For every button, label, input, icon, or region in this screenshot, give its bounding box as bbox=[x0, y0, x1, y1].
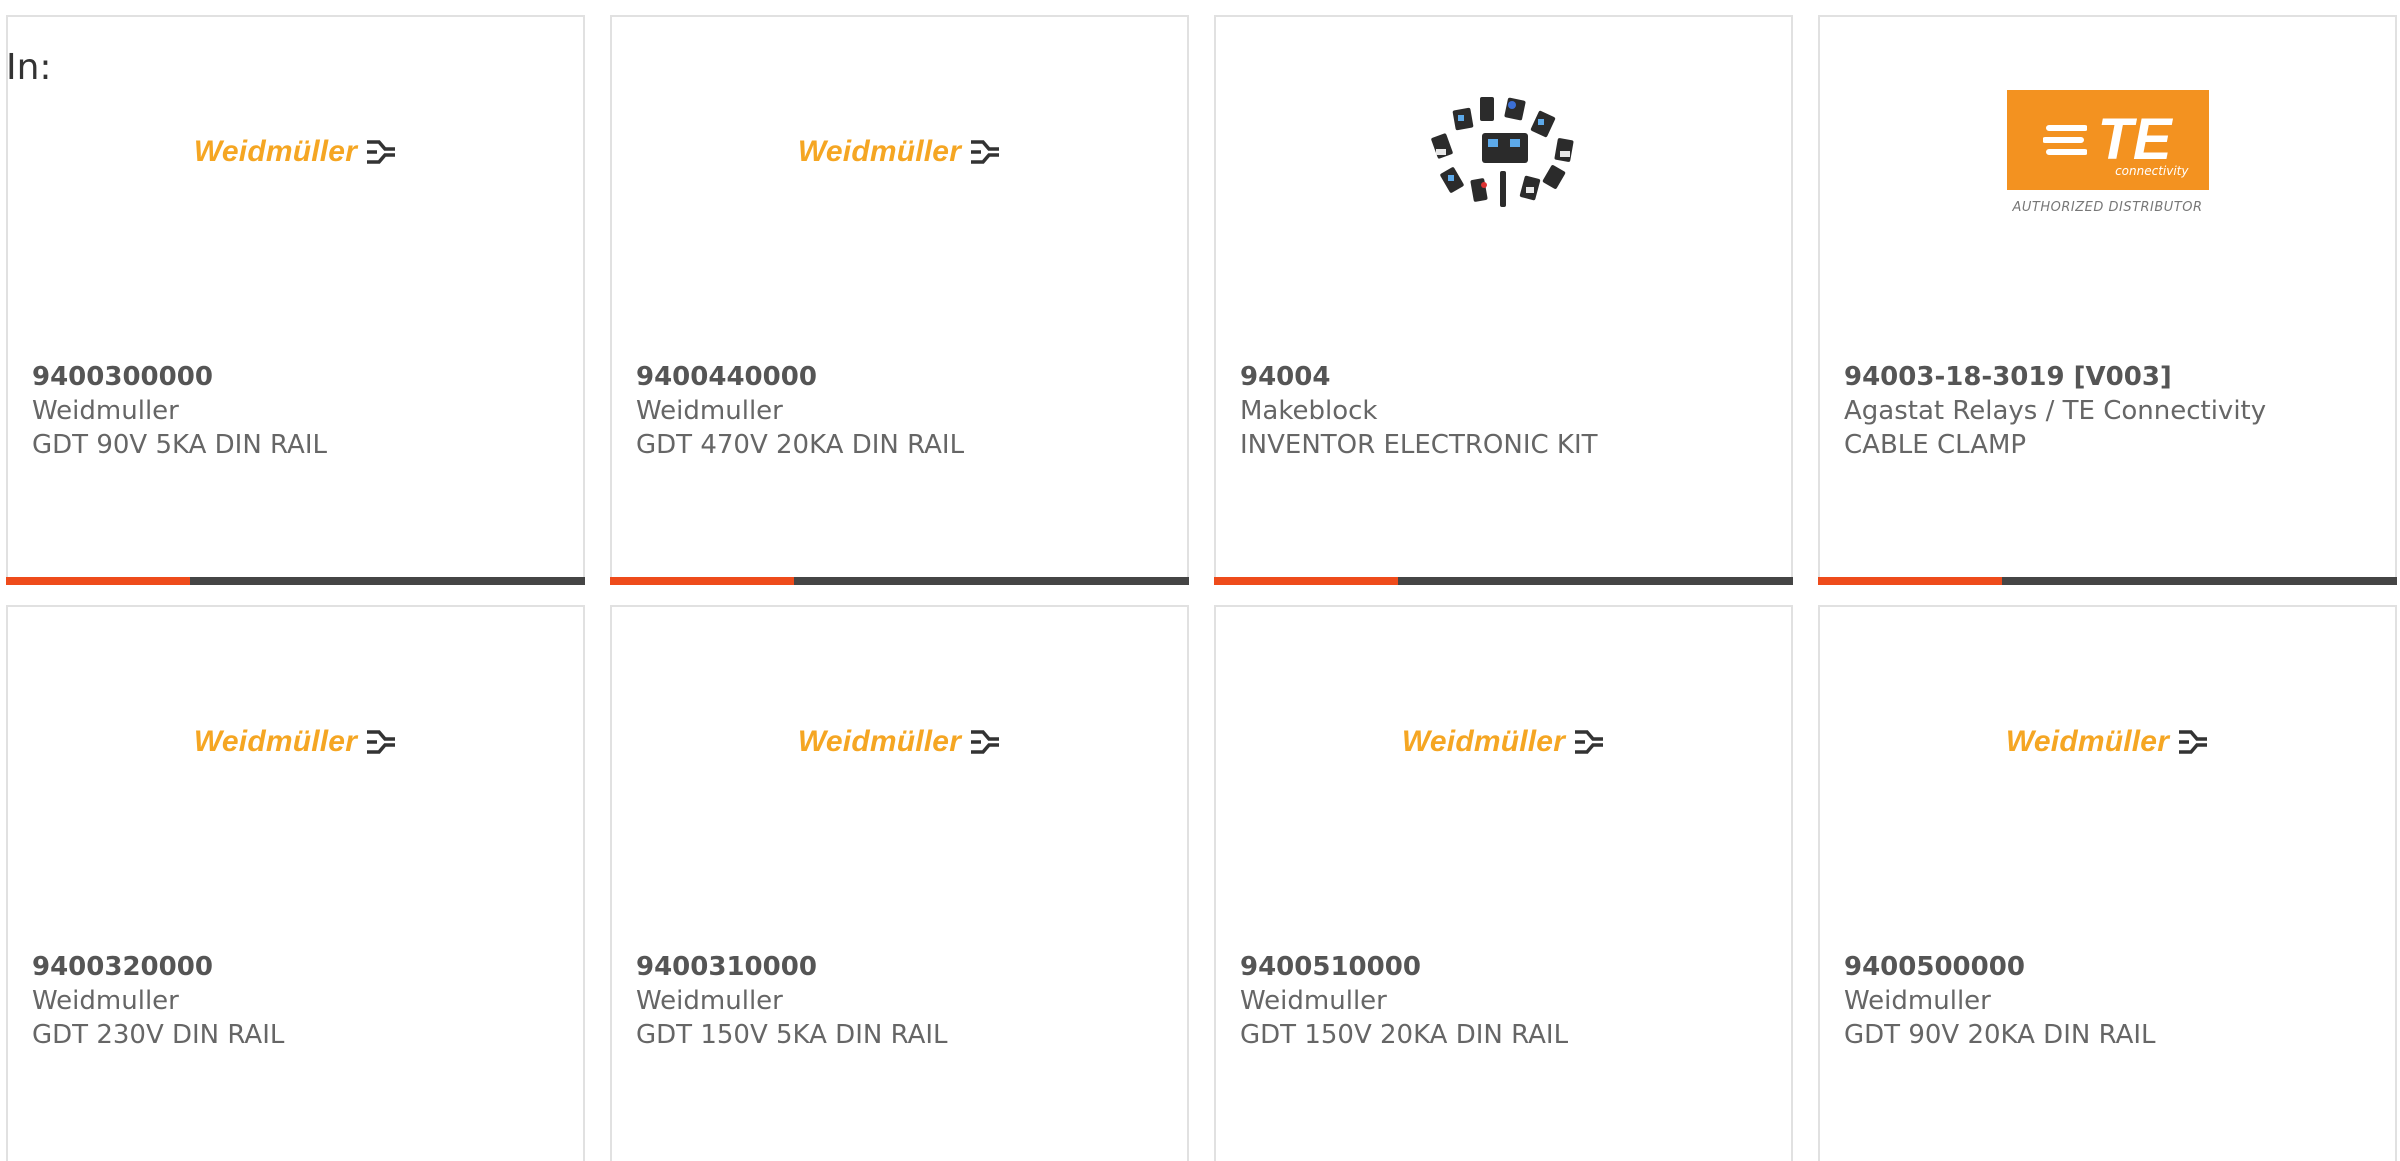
product-description: GDT 470V 20KA DIN RAIL bbox=[636, 430, 965, 460]
te-mark-icon bbox=[2043, 124, 2088, 155]
product-description: GDT 150V 20KA DIN RAIL bbox=[1240, 1020, 1569, 1050]
product-card[interactable]: 94004 Makeblock INVENTOR ELECTRONIC KIT bbox=[1214, 15, 1793, 585]
weidmuller-logo: Weidmüller bbox=[2006, 725, 2209, 759]
product-description: INVENTOR ELECTRONIC KIT bbox=[1240, 430, 1598, 460]
manufacturer-name: Weidmuller bbox=[1844, 986, 1991, 1016]
product-card[interactable]: Weidmüller 9400300000 Weidmuller GDT 90V… bbox=[6, 15, 585, 585]
weidmuller-mark-icon bbox=[971, 730, 1000, 754]
part-number[interactable]: 9400500000 bbox=[1844, 950, 2156, 984]
product-info: 9400510000 Weidmuller GDT 150V 20KA DIN … bbox=[1240, 950, 1568, 1052]
manufacturer-name: Weidmuller bbox=[1240, 986, 1387, 1016]
product-card[interactable]: TE connectivity AUTHORIZED DISTRIBUTOR 9… bbox=[1818, 15, 2397, 585]
product-card[interactable]: Weidmüller 9400440000 Weidmuller GDT 470… bbox=[610, 15, 1189, 585]
electronic-kit-photo bbox=[1430, 97, 1573, 207]
product-info: 9400310000 Weidmuller GDT 150V 5KA DIN R… bbox=[636, 950, 948, 1052]
product-image[interactable]: Weidmüller bbox=[8, 687, 583, 797]
weidmuller-logo-text: Weidmüller bbox=[797, 725, 962, 758]
part-number[interactable]: 94004 bbox=[1240, 360, 1598, 394]
weidmuller-mark-icon bbox=[367, 140, 396, 164]
te-logo-subtext: connectivity bbox=[2115, 163, 2189, 178]
weidmuller-logo: Weidmüller bbox=[194, 725, 397, 759]
manufacturer-name: Agastat Relays / TE Connectivity bbox=[1844, 396, 2267, 426]
product-info: 9400300000 Weidmuller GDT 90V 5KA DIN RA… bbox=[32, 360, 327, 462]
product-info: 94003-18-3019 [V003] Agastat Relays / TE… bbox=[1844, 360, 2266, 462]
product-card[interactable]: Weidmüller 9400500000 Weidmuller GDT 90V… bbox=[1818, 605, 2397, 1161]
manufacturer-name: Weidmuller bbox=[32, 986, 179, 1016]
card-bottom-bar bbox=[1214, 577, 1793, 585]
weidmuller-logo: Weidmüller bbox=[194, 135, 397, 169]
product-image[interactable]: Weidmüller bbox=[612, 687, 1187, 797]
manufacturer-name: Makeblock bbox=[1240, 396, 1378, 426]
card-bottom-bar bbox=[6, 577, 585, 585]
weidmuller-mark-icon bbox=[1575, 730, 1604, 754]
product-description: GDT 150V 5KA DIN RAIL bbox=[636, 1020, 948, 1050]
product-description: CABLE CLAMP bbox=[1844, 430, 2027, 460]
product-info: 9400320000 Weidmuller GDT 230V DIN RAIL bbox=[32, 950, 284, 1052]
product-grid: Weidmüller 9400300000 Weidmuller GDT 90V… bbox=[6, 15, 2397, 1161]
product-image[interactable]: TE connectivity AUTHORIZED DISTRIBUTOR bbox=[1820, 89, 2395, 215]
weidmuller-mark-icon bbox=[367, 730, 396, 754]
part-number[interactable]: 9400440000 bbox=[636, 360, 964, 394]
product-info: 9400500000 Weidmuller GDT 90V 20KA DIN R… bbox=[1844, 950, 2156, 1052]
part-number[interactable]: 9400300000 bbox=[32, 360, 327, 394]
product-description: GDT 90V 20KA DIN RAIL bbox=[1844, 1020, 2156, 1050]
weidmuller-logo-text: Weidmüller bbox=[193, 135, 358, 168]
weidmuller-logo-text: Weidmüller bbox=[1401, 725, 1566, 758]
weidmuller-logo: Weidmüller bbox=[1402, 725, 1605, 759]
card-accent-bar bbox=[610, 577, 794, 585]
product-info: 9400440000 Weidmuller GDT 470V 20KA DIN … bbox=[636, 360, 964, 462]
product-image[interactable]: Weidmüller bbox=[1820, 687, 2395, 797]
product-card[interactable]: Weidmüller 9400510000 Weidmuller GDT 150… bbox=[1214, 605, 1793, 1161]
weidmuller-logo: Weidmüller bbox=[798, 135, 1001, 169]
part-number[interactable]: 9400320000 bbox=[32, 950, 284, 984]
manufacturer-name: Weidmuller bbox=[636, 986, 783, 1016]
weidmuller-logo: Weidmüller bbox=[798, 725, 1001, 759]
te-connectivity-logo: TE connectivity AUTHORIZED DISTRIBUTOR bbox=[2006, 89, 2209, 215]
card-bottom-bar bbox=[610, 577, 1189, 585]
part-number[interactable]: 9400510000 bbox=[1240, 950, 1568, 984]
manufacturer-name: Weidmuller bbox=[32, 396, 179, 426]
product-info: 94004 Makeblock INVENTOR ELECTRONIC KIT bbox=[1240, 360, 1598, 462]
te-logo-box: TE connectivity bbox=[2006, 89, 2209, 190]
part-number[interactable]: 94003-18-3019 [V003] bbox=[1844, 360, 2266, 394]
weidmuller-logo-text: Weidmüller bbox=[193, 725, 358, 758]
product-image[interactable]: Weidmüller bbox=[612, 97, 1187, 207]
product-description: GDT 230V DIN RAIL bbox=[32, 1020, 285, 1050]
card-accent-bar bbox=[1818, 577, 2002, 585]
filter-in-label: In: bbox=[6, 47, 52, 88]
part-number[interactable]: 9400310000 bbox=[636, 950, 948, 984]
card-accent-bar bbox=[6, 577, 190, 585]
authorized-distributor-caption: AUTHORIZED DISTRIBUTOR bbox=[2012, 199, 2203, 215]
product-image[interactable]: Weidmüller bbox=[8, 97, 583, 207]
weidmuller-mark-icon bbox=[971, 140, 1000, 164]
product-image[interactable]: Weidmüller bbox=[1216, 687, 1791, 797]
manufacturer-name: Weidmuller bbox=[636, 396, 783, 426]
card-accent-bar bbox=[1214, 577, 1398, 585]
weidmuller-mark-icon bbox=[2179, 730, 2208, 754]
product-card[interactable]: Weidmüller 9400310000 Weidmuller GDT 150… bbox=[610, 605, 1189, 1161]
weidmuller-logo-text: Weidmüller bbox=[2005, 725, 2170, 758]
weidmuller-logo-text: Weidmüller bbox=[797, 135, 962, 168]
card-bottom-bar bbox=[1818, 577, 2397, 585]
product-image[interactable] bbox=[1216, 97, 1791, 207]
product-card[interactable]: Weidmüller 9400320000 Weidmuller GDT 230… bbox=[6, 605, 585, 1161]
product-description: GDT 90V 5KA DIN RAIL bbox=[32, 430, 327, 460]
